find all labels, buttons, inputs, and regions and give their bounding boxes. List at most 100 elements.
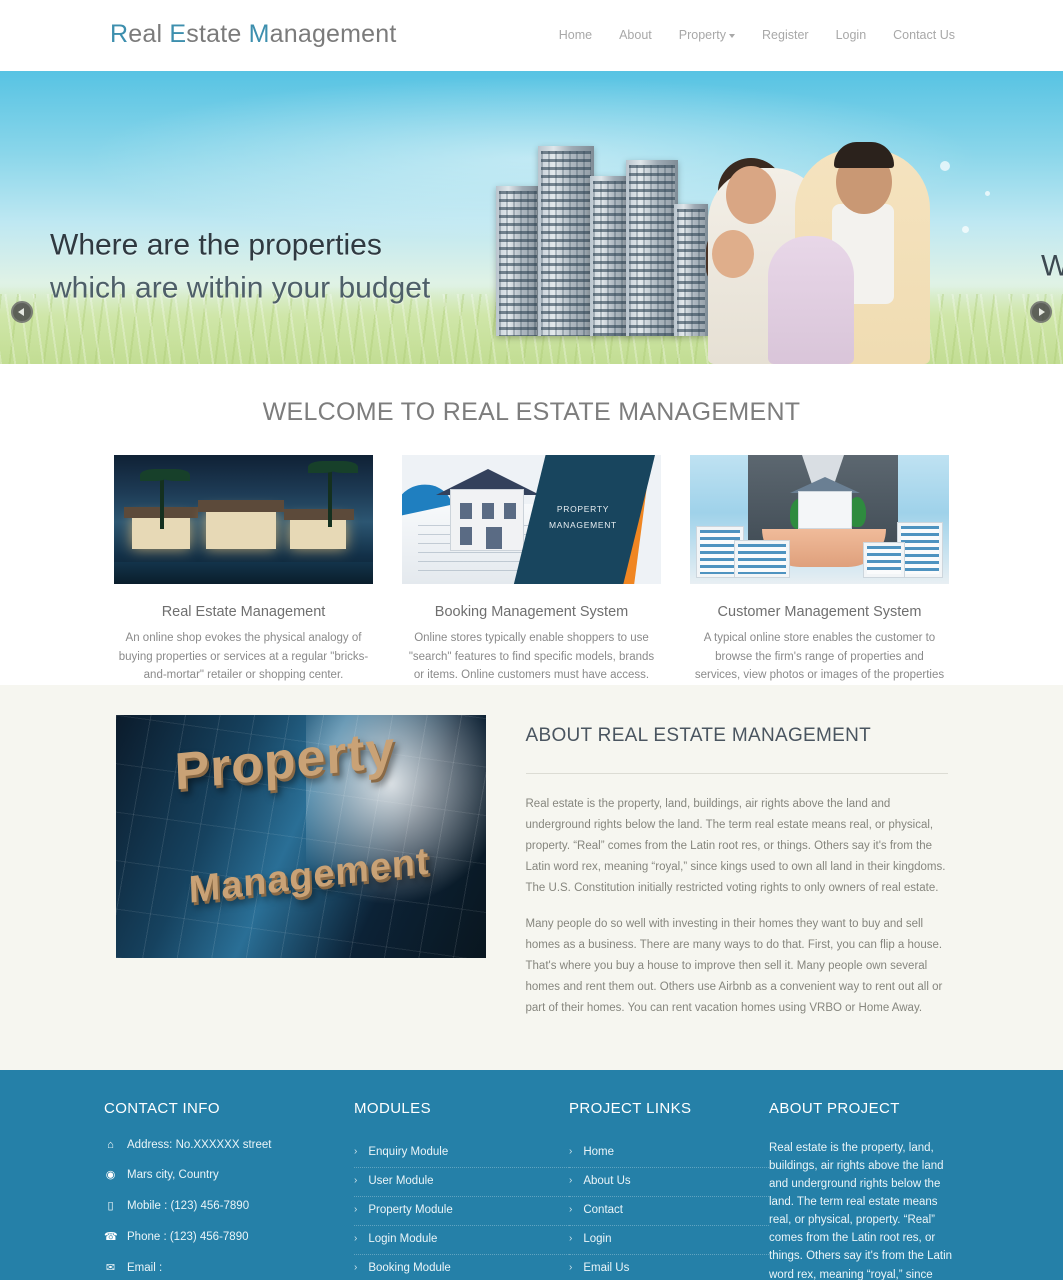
hero-caption-line2: which are within your budget	[50, 271, 431, 304]
footer-project-links: PROJECT LINKS › Home › About Us › Contact ›…	[569, 1100, 769, 1280]
nav-item-home[interactable]: Home	[559, 28, 592, 42]
hero-buildings-illustration	[490, 126, 712, 336]
chevron-right-icon: ›	[354, 1233, 358, 1245]
project-link-login[interactable]: › Login	[569, 1226, 769, 1255]
footer-modules: MODULES › Enquiry Module › User Module › Pr…	[354, 1100, 569, 1280]
contact-phone-text: Phone : (123) 456-7890	[127, 1230, 249, 1243]
hero-next-slide-peek: W w	[1041, 246, 1063, 289]
about-title: ABOUT REAL ESTATE MANAGEMENT	[525, 725, 872, 747]
logo-cap-m: M	[248, 20, 270, 48]
site-footer: CONTACT INFO ⌂ Address: No.XXXXXX street…	[0, 1069, 1063, 1280]
chevron-right-icon: ›	[354, 1146, 358, 1158]
about-paragraph-1: Real estate is the property, land, build…	[525, 798, 946, 895]
logo-rest-eal: eal	[128, 20, 170, 48]
contact-mobile-text: Mobile : (123) 456-7890	[127, 1200, 250, 1213]
chevron-right-icon: ›	[569, 1204, 573, 1216]
mobile-icon: ▯	[107, 1200, 114, 1213]
project-link-label: Home	[583, 1145, 615, 1158]
nav-label-contact-us: Contact Us	[893, 28, 955, 42]
project-link-home[interactable]: › Home	[569, 1139, 769, 1168]
contact-address-text: Address: No.XXXXXX street	[127, 1138, 272, 1151]
property-management-sign-photo: Property Management	[115, 715, 486, 959]
hero-caption: Where are the properties which are withi…	[50, 224, 430, 309]
nav-label-home: Home	[558, 28, 593, 42]
nav-label-login: Login	[835, 28, 867, 42]
hero-slider: Where are the properties which are withi…	[0, 71, 1063, 364]
hero-bubble-decoration	[985, 191, 990, 196]
nav-label-register: Register	[762, 28, 809, 42]
module-link-label: Property Module	[368, 1203, 453, 1216]
footer-about-project: ABOUT PROJECT Real estate is the propert…	[769, 1100, 959, 1280]
contact-row-city: ◉ Mars city, Country	[104, 1169, 354, 1183]
project-link-email-us[interactable]: › Email Us	[569, 1255, 769, 1280]
property-management-graphic[interactable]: PROPERTY MANAGEMENT	[402, 455, 661, 587]
footer-contact-info: CONTACT INFO ⌂ Address: No.XXXXXX street…	[104, 1100, 354, 1280]
hero-next-line1: W	[1041, 249, 1063, 283]
module-link-enquiry[interactable]: › Enquiry Module	[354, 1139, 569, 1168]
contact-email-text: Email :	[127, 1261, 163, 1274]
phone-icon: ☎	[104, 1230, 118, 1243]
footer-modules-title: MODULES	[354, 1099, 431, 1117]
footer-project-links-title: PROJECT LINKS	[569, 1099, 692, 1117]
about-section: Property Management ABOUT REAL ESTATE MA…	[0, 685, 1063, 1070]
logo-cap-e: E	[169, 20, 187, 48]
site-logo[interactable]: Real Estate Management	[110, 20, 397, 49]
night-houses-photo[interactable]	[114, 455, 373, 587]
feature-card-booking-management-system[interactable]: PROPERTY MANAGEMENT Booking Management S…	[402, 455, 661, 685]
contact-city-text: Mars city, Country	[127, 1169, 219, 1182]
module-link-property[interactable]: › Property Module	[354, 1197, 569, 1226]
module-link-login[interactable]: › Login Module	[354, 1226, 569, 1255]
chevron-right-icon: ›	[354, 1262, 358, 1274]
module-link-label: Login Module	[368, 1232, 438, 1245]
hero-caption-line1: Where are the properties	[50, 228, 382, 262]
about-body: ABOUT REAL ESTATE MANAGEMENT Real estate…	[525, 715, 948, 1034]
nav-label-about: About	[619, 28, 652, 42]
feature-cards: Real Estate Management An online shop ev…	[0, 455, 1063, 685]
feature-card-caption: Customer Management System	[717, 604, 922, 620]
home-icon: ⌂	[107, 1138, 114, 1151]
module-link-label: Enquiry Module	[368, 1145, 449, 1158]
nav-item-contact-us[interactable]: Contact Us	[893, 28, 955, 42]
project-link-label: About Us	[583, 1174, 631, 1187]
feature-card-caption: Real Estate Management	[161, 604, 326, 620]
nav-item-register[interactable]: Register	[762, 28, 809, 42]
hero-bubble-decoration	[962, 226, 969, 233]
chevron-left-icon	[18, 308, 24, 316]
contact-row-mobile: ▯ Mobile : (123) 456-7890	[104, 1200, 354, 1214]
module-link-booking[interactable]: › Booking Module	[354, 1255, 569, 1280]
contact-row-email: ✉ Email :	[104, 1262, 354, 1276]
welcome-title: WELCOME TO REAL ESTATE MANAGEMENT	[262, 398, 801, 426]
chevron-down-icon	[729, 34, 736, 38]
project-link-label: Contact	[583, 1203, 623, 1216]
prev-slide-arrow[interactable]	[11, 301, 33, 323]
module-link-label: User Module	[368, 1174, 434, 1187]
nav-item-about[interactable]: About	[619, 28, 652, 42]
chevron-right-icon	[1039, 308, 1045, 316]
feature-card-caption: Booking Management System	[434, 604, 629, 620]
about-divider	[525, 773, 948, 775]
nav-item-property[interactable]: Property	[678, 28, 736, 42]
chevron-right-icon: ›	[354, 1204, 358, 1216]
project-link-label: Login	[583, 1232, 612, 1245]
project-link-about-us[interactable]: › About Us	[569, 1168, 769, 1197]
hands-holding-house-photo[interactable]	[690, 455, 949, 587]
module-link-label: Booking Module	[368, 1261, 451, 1274]
project-link-contact[interactable]: › Contact	[569, 1197, 769, 1226]
feature-card-real-estate-management[interactable]: Real Estate Management An online shop ev…	[114, 455, 373, 685]
module-link-user[interactable]: › User Module	[354, 1168, 569, 1197]
feature-card-text: An online shop evokes the physical analo…	[118, 632, 369, 682]
chevron-right-icon: ›	[354, 1175, 358, 1187]
logo-rest-anagement: anagement	[269, 20, 397, 48]
site-header: Real Estate Management Home About Proper…	[0, 0, 1063, 71]
feature-card-customer-management-system[interactable]: Customer Management System A typical onl…	[690, 455, 949, 685]
about-paragraph-2: Many people do so well with investing in…	[525, 918, 943, 1015]
contact-row-phone: ☎ Phone : (123) 456-7890	[104, 1231, 354, 1245]
contact-row-address: ⌂ Address: No.XXXXXX street	[104, 1139, 354, 1153]
footer-contact-title: CONTACT INFO	[104, 1099, 220, 1117]
next-slide-arrow[interactable]	[1030, 301, 1052, 323]
envelope-icon: ✉	[105, 1261, 116, 1274]
pm-graphic-line2: MANAGEMENT	[549, 520, 617, 531]
chevron-right-icon: ›	[569, 1233, 573, 1245]
nav-item-login[interactable]: Login	[836, 28, 867, 42]
nav-label-property: Property	[678, 28, 727, 42]
